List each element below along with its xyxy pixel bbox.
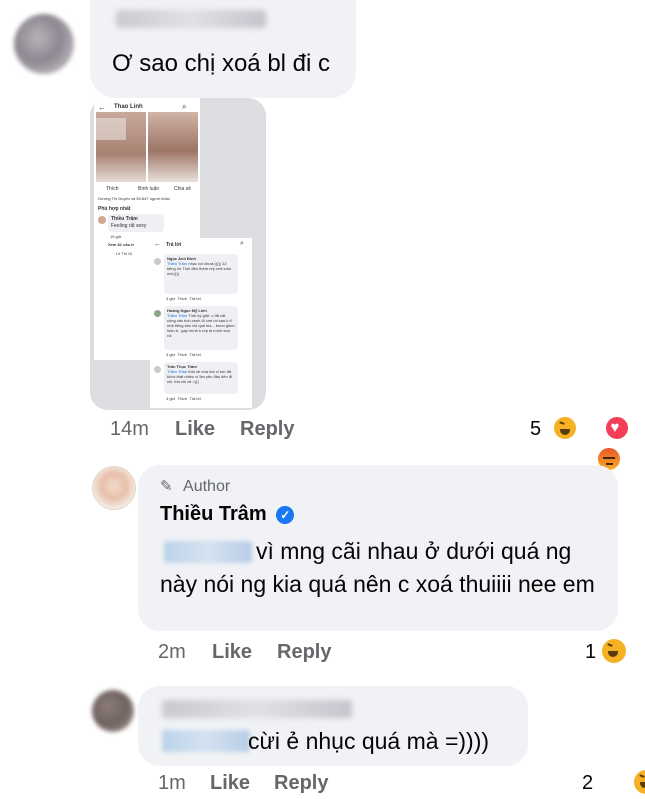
author-badge-label: Author <box>183 478 231 495</box>
search-icon: ⌕ <box>182 102 187 111</box>
reply-reply: Trả lời <box>189 352 201 357</box>
reaction-count[interactable]: 5 <box>530 418 541 441</box>
reply-avatar <box>154 310 161 317</box>
love-icon <box>604 415 631 441</box>
reply-button[interactable]: Reply <box>240 418 294 441</box>
like-button[interactable]: Like <box>210 772 250 795</box>
reply-reply: Trả lời <box>189 296 201 301</box>
post-photo-3 <box>96 118 126 140</box>
reply-avatar <box>154 366 161 373</box>
back-arrow-icon: ← <box>98 103 106 112</box>
reaction-count[interactable]: 1 <box>585 641 596 664</box>
view-more-replies: Xem 81 câu tr <box>108 242 135 247</box>
author-comment-text: vì mng cãi nhau ở dưới quá ng này nói ng… <box>160 538 595 597</box>
haha-icon <box>632 768 645 796</box>
reply-preview: Lê Thị Gi <box>116 251 133 256</box>
mentioned-user-redacted[interactable] <box>162 730 250 752</box>
commenter-avatar[interactable] <box>14 14 74 74</box>
screenshot-title: Thao Linh <box>114 104 143 110</box>
comment-bubble: cừi ẻ nhục quá mà =)))) <box>138 686 528 766</box>
post-photo-2 <box>148 112 198 182</box>
reaction-count[interactable]: 2 <box>582 772 593 795</box>
author-badge: ✎ Author <box>160 477 230 496</box>
haha-icon <box>600 637 628 665</box>
reply-like: Thích <box>177 396 188 401</box>
commenter-avatar[interactable] <box>92 690 134 732</box>
like-action: Thích <box>106 186 119 192</box>
search-icon: ⌕ <box>240 240 244 247</box>
like-button[interactable]: Like <box>212 641 252 664</box>
screenshot-replies-panel: ← Trả lời ⌕ Ngọc Ánh Đinh Thiều Trâm nhụ… <box>150 238 252 408</box>
author-comment-bubble: ✎ Author Thiều Trâm ✓ vì mng cãi nhau ở … <box>138 465 618 631</box>
back-arrow-icon: ← <box>154 241 161 248</box>
first-comment-avatar <box>98 216 106 224</box>
share-action: Chia sẻ <box>174 186 191 192</box>
first-comment-name: Thiều Trâm <box>111 216 138 222</box>
reply-reply: Trả lời <box>189 396 201 401</box>
like-button[interactable]: Like <box>175 418 215 441</box>
comment-meta-row: 14m <box>110 418 149 441</box>
reply-avatar <box>154 258 161 265</box>
author-avatar[interactable] <box>92 466 136 510</box>
comment-time: 14m <box>110 418 149 440</box>
reply-bubble: Hoàng Ngọc Mỹ Linh Thiều Trâm Tình kỳ gh… <box>164 306 238 350</box>
commenter-name-redacted <box>116 10 266 28</box>
reply-bubble: Trần Thục Trâm Thiều Trâm thôi về nhà mà… <box>164 362 238 394</box>
reply-meta: 3 giờ Thích Trả lời <box>166 352 201 357</box>
comment-time: 2m <box>158 641 186 663</box>
first-comment-time: 15 giờ <box>110 234 122 239</box>
haha-icon <box>552 415 578 441</box>
author-name[interactable]: Thiều Trâm ✓ <box>160 503 295 526</box>
replies-header: Trả lời <box>166 242 182 248</box>
reply-like: Thích <box>177 352 188 357</box>
reply-time: 3 giờ <box>166 296 176 301</box>
reply-time: 3 giờ <box>166 352 176 357</box>
reply-time: 4 giờ <box>166 396 176 401</box>
reaction-summary: Dương Thị Duyên và 50.847 người khác <box>98 196 170 201</box>
reply-meta: 4 giờ Thích Trả lời <box>166 396 201 401</box>
reply-like: Thích <box>177 296 188 301</box>
reply-button[interactable]: Reply <box>277 641 331 664</box>
comment-text: Ơ sao chị xoá bl đi c <box>112 50 331 77</box>
reaction-icons[interactable] <box>552 413 632 472</box>
comment-time: 1m <box>158 772 186 794</box>
reply-meta: 3 giờ Thích Trả lời <box>166 296 201 301</box>
author-name-text: Thiều Trâm <box>160 503 267 525</box>
attached-screenshot[interactable]: ← Thao Linh ⌕ Thích Bình luận Chia sẻ Dư… <box>90 98 266 410</box>
commenter-name-redacted <box>162 700 352 718</box>
verified-badge-icon: ✓ <box>276 506 295 524</box>
reply-bubble: Ngọc Ánh Đinh Thiều Trâm nhục vcl chưa:)… <box>164 254 238 294</box>
pencil-icon: ✎ <box>160 478 173 495</box>
sort-label: Phù hợp nhất <box>98 206 131 212</box>
first-comment-text: Feeling rất sexy <box>111 223 147 229</box>
comment-bubble: Ơ sao chị xoá bl đi c <box>90 0 356 98</box>
comment-text: cừi ẻ nhục quá mà =)))) <box>248 728 490 754</box>
first-comment-bubble: Thiều Trâm Feeling rất sexy <box>108 214 164 232</box>
reply-button[interactable]: Reply <box>274 772 328 795</box>
comment-action: Bình luận <box>138 186 160 192</box>
